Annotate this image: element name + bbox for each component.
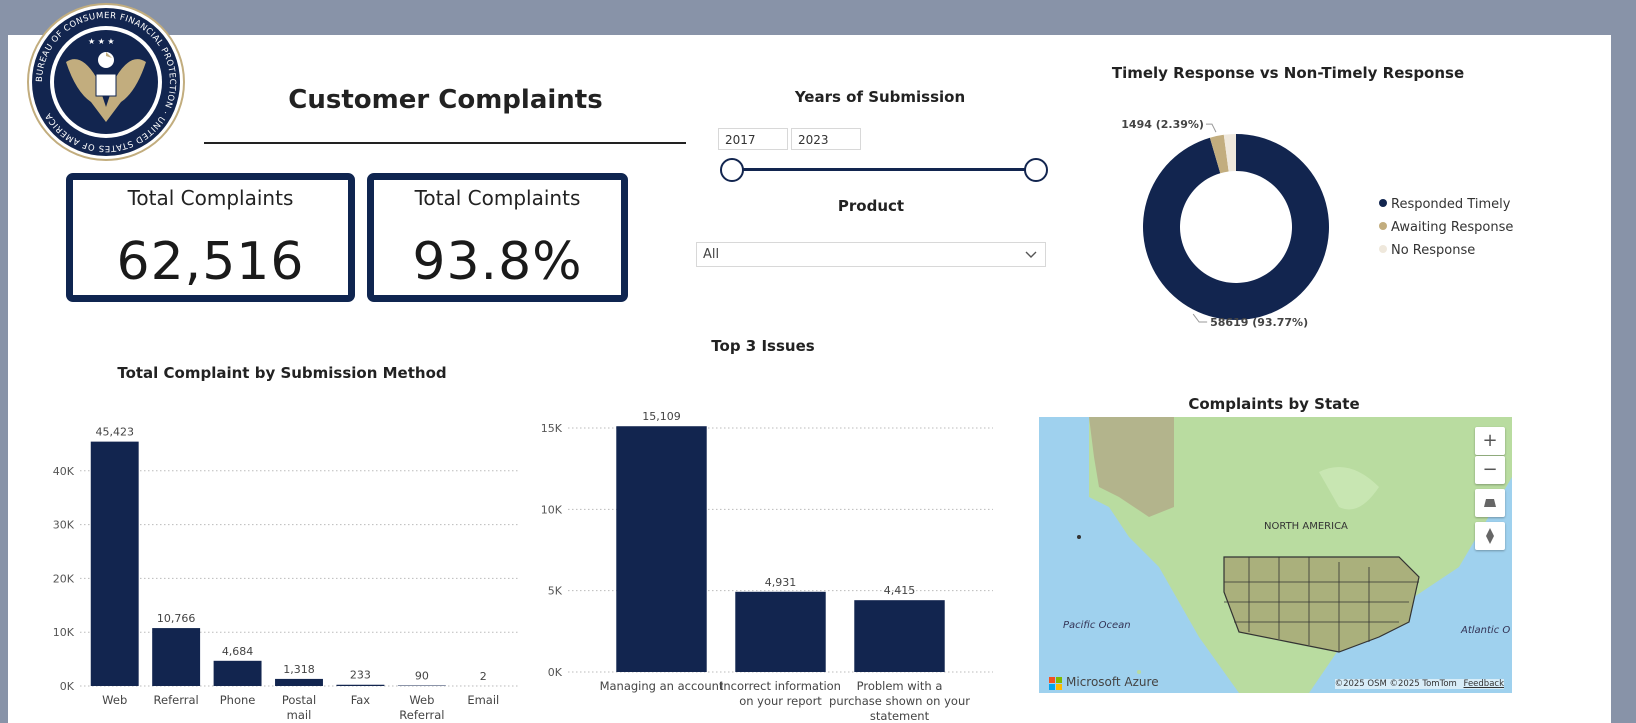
x-tick-label: on your report bbox=[739, 694, 822, 708]
complaints-map[interactable]: NORTH AMERICA Pacific Ocean Atlantic O +… bbox=[1039, 417, 1512, 693]
x-tick-label: Problem with a bbox=[857, 679, 943, 693]
x-tick-label: purchase shown on your bbox=[829, 694, 970, 708]
microsoft-logo: Microsoft Azure bbox=[1049, 675, 1159, 693]
year-slider-start-handle[interactable] bbox=[720, 158, 744, 182]
data-label: 4,415 bbox=[884, 584, 916, 597]
y-tick-label: 0K bbox=[60, 680, 75, 693]
bar bbox=[336, 684, 385, 686]
chevron-down-icon bbox=[1025, 251, 1037, 258]
x-tick-label: Email bbox=[467, 693, 499, 707]
bar bbox=[854, 600, 945, 672]
legend-swatch bbox=[1379, 245, 1387, 253]
data-label: 1,318 bbox=[283, 663, 315, 676]
x-tick-label: Web bbox=[409, 693, 434, 707]
year-slider-track bbox=[732, 168, 1036, 171]
donut-leader-1 bbox=[1205, 123, 1217, 133]
map-label-pacific: Pacific Ocean bbox=[1063, 620, 1131, 631]
bar bbox=[90, 441, 139, 686]
map-graphic bbox=[1077, 417, 1512, 693]
data-label: 233 bbox=[350, 669, 371, 682]
legend-swatch bbox=[1379, 222, 1387, 230]
year-end-input[interactable]: 2023 bbox=[791, 128, 861, 150]
legend-item[interactable]: No Response bbox=[1379, 243, 1475, 258]
map-attribution: ©2025 OSM ©2025 TomTom bbox=[1334, 679, 1457, 689]
tilt-button[interactable] bbox=[1475, 489, 1505, 517]
y-tick-label: 10K bbox=[53, 626, 75, 639]
x-tick-label: Incorrect information bbox=[720, 679, 841, 693]
x-tick-label: Phone bbox=[220, 693, 256, 707]
azure-brand-text: Microsoft Azure bbox=[1066, 675, 1159, 689]
legend-item[interactable]: Responded Timely bbox=[1379, 197, 1510, 212]
compass-button[interactable] bbox=[1475, 522, 1505, 550]
kpi-label: Total Complaints bbox=[414, 186, 581, 210]
x-tick-label: Managing an account bbox=[600, 679, 724, 693]
map-label-continent: NORTH AMERICA bbox=[1264, 521, 1348, 532]
bar bbox=[275, 678, 323, 686]
y-tick-label: 40K bbox=[53, 465, 75, 478]
y-tick-label: 5K bbox=[548, 585, 563, 598]
submission-chart-title: Total Complaint by Submission Method bbox=[117, 364, 447, 382]
year-start-input[interactable]: 2017 bbox=[718, 128, 788, 150]
page-title: Customer Complaints bbox=[288, 85, 603, 115]
cfpb-seal-logo: BUREAU OF CONSUMER FINANCIAL PROTECTION … bbox=[27, 3, 185, 161]
donut-leader-0 bbox=[1192, 313, 1208, 323]
bar bbox=[152, 628, 201, 686]
data-label: 90 bbox=[415, 670, 429, 683]
legend-item[interactable]: Awaiting Response bbox=[1379, 220, 1513, 235]
data-label: 15,109 bbox=[642, 410, 681, 423]
bar bbox=[616, 426, 707, 672]
zoom-out-button[interactable]: − bbox=[1475, 456, 1505, 484]
map-label-atlantic: Atlantic O bbox=[1461, 625, 1511, 636]
kpi-label: Total Complaints bbox=[127, 186, 294, 210]
x-tick-label: statement bbox=[870, 709, 930, 723]
data-label: 4,931 bbox=[765, 576, 797, 589]
years-slicer-title: Years of Submission bbox=[794, 88, 966, 106]
data-label: 10,766 bbox=[157, 612, 196, 625]
report-canvas: BUREAU OF CONSUMER FINANCIAL PROTECTION … bbox=[8, 3, 1611, 723]
legend-label: Awaiting Response bbox=[1391, 220, 1514, 235]
data-label: 45,423 bbox=[95, 426, 134, 439]
bar bbox=[213, 660, 262, 686]
product-slicer-title: Product bbox=[837, 197, 905, 215]
x-tick-label: Web bbox=[102, 693, 127, 707]
donut-chart: 58619 (93.77%) 1494 (2.39%) bbox=[1121, 118, 1329, 329]
kpi-value: 93.8% bbox=[412, 232, 583, 292]
donut-data-label: 1494 (2.39%) bbox=[1121, 118, 1204, 131]
kpi-card-total-complaints: Total Complaints 62,516 bbox=[66, 173, 355, 302]
donut-chart-title: Timely Response vs Non-Timely Response bbox=[1111, 64, 1465, 82]
legend-label: No Response bbox=[1391, 243, 1476, 258]
bar bbox=[735, 591, 826, 672]
y-tick-label: 15K bbox=[541, 422, 563, 435]
top-issues-chart-title: Top 3 Issues bbox=[711, 337, 815, 355]
svg-text:★ ★ ★: ★ ★ ★ bbox=[88, 37, 115, 46]
map-title: Complaints by State bbox=[1188, 395, 1360, 413]
x-tick-label: Fax bbox=[351, 693, 371, 707]
year-slider-end-handle[interactable] bbox=[1024, 158, 1048, 182]
kpi-value: 62,516 bbox=[116, 232, 305, 292]
x-tick-label: Referral bbox=[154, 693, 199, 707]
x-tick-label: mail bbox=[287, 708, 312, 722]
product-dropdown-value: All bbox=[703, 247, 720, 262]
x-tick-label: Referral bbox=[399, 708, 444, 722]
y-tick-label: 10K bbox=[541, 503, 563, 516]
x-tick-label: Postal bbox=[282, 693, 316, 707]
y-tick-label: 30K bbox=[53, 519, 75, 532]
zoom-in-button[interactable]: + bbox=[1475, 427, 1505, 455]
y-tick-label: 0K bbox=[548, 666, 563, 679]
top-issues-bar-chart: 0K 5K 10K 15K 15,109 Managing an account 4,931… bbox=[541, 410, 993, 723]
compass-icon bbox=[1486, 528, 1494, 544]
legend-swatch bbox=[1379, 199, 1387, 207]
map-feedback-link[interactable]: Feedback bbox=[1464, 679, 1504, 689]
product-dropdown[interactable]: All bbox=[696, 242, 1046, 267]
submission-method-bar-chart: 0K 10K 20K 30K 40K 45,423 Web 10,766 Referral 4,6… bbox=[53, 426, 518, 722]
microsoft-logo-icon bbox=[1049, 677, 1062, 690]
y-tick-label: 20K bbox=[53, 572, 75, 585]
title-underline bbox=[204, 142, 686, 144]
tilt-icon bbox=[1484, 499, 1496, 507]
donut-data-label: 58619 (93.77%) bbox=[1210, 316, 1308, 329]
legend-label: Responded Timely bbox=[1391, 197, 1511, 212]
kpi-card-timely-percent: Total Complaints 93.8% bbox=[367, 173, 628, 302]
data-label: 2 bbox=[480, 670, 487, 683]
data-label: 4,684 bbox=[222, 645, 254, 658]
